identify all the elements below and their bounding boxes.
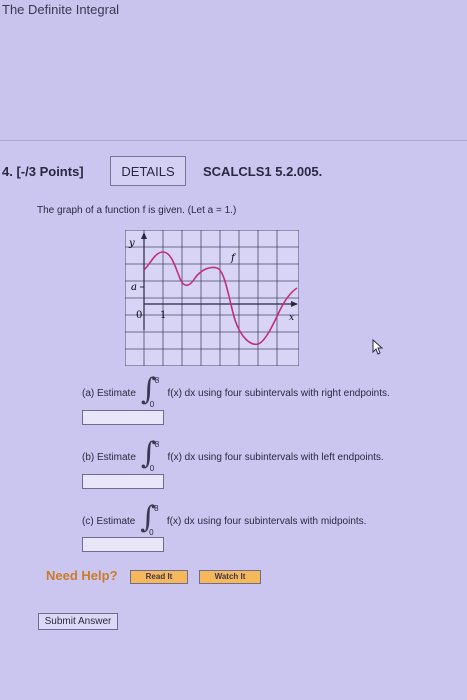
lower-limit: 0 xyxy=(149,464,155,473)
part-a-text: f(x) dx using four subintervals with rig… xyxy=(167,387,390,399)
part-a: (a) Estimate ∫ 8 0 f(x) dx using four su… xyxy=(82,372,390,409)
header-area: The Definite Integral xyxy=(0,0,467,141)
lower-limit: 0 xyxy=(149,528,154,537)
mouse-cursor-icon xyxy=(372,339,384,355)
read-it-button[interactable]: Read It xyxy=(130,570,188,584)
upper-limit: 8 xyxy=(154,440,160,449)
details-button[interactable]: DETAILS xyxy=(110,156,186,186)
integral-sign-icon: ∫ 8 0 xyxy=(140,436,160,473)
need-help-label: Need Help? xyxy=(46,568,118,583)
part-c-label: (c) Estimate xyxy=(82,515,136,527)
part-c-text: f(x) dx using four subintervals with mid… xyxy=(166,515,367,527)
upper-limit: 8 xyxy=(154,376,160,385)
function-graph: y x a f 0 1 xyxy=(125,230,299,366)
answer-input-a[interactable] xyxy=(82,410,164,425)
part-a-label: (a) Estimate xyxy=(82,387,136,399)
one-tick-label: 1 xyxy=(160,310,166,321)
answer-input-b[interactable] xyxy=(82,474,164,489)
part-b-text: f(x) dx using four subintervals with lef… xyxy=(167,451,384,463)
question-header: 4. [-/3 Points] DETAILS SCALCLS1 5.2.005… xyxy=(0,152,467,192)
question-code: SCALCLS1 5.2.005. xyxy=(203,164,323,179)
integral-sign-icon: ∫ 8 0 xyxy=(140,500,159,537)
page-title: The Definite Integral xyxy=(2,2,120,17)
upper-limit: 8 xyxy=(154,504,159,513)
x-axis-label: x xyxy=(289,313,294,323)
part-b-label: (b) Estimate xyxy=(82,451,136,463)
y-axis-label: y xyxy=(128,238,135,249)
question-prompt: The graph of a function f is given. (Let… xyxy=(37,205,237,216)
question-number: 4. xyxy=(2,164,13,179)
part-c: (c) Estimate ∫ 8 0 f(x) dx using four su… xyxy=(82,500,367,537)
lower-limit: 0 xyxy=(149,400,155,409)
submit-answer-button[interactable]: Submit Answer xyxy=(38,613,118,630)
question-number-points: 4. [-/3 Points] xyxy=(2,164,84,179)
a-tick-label: a xyxy=(131,282,137,293)
part-b: (b) Estimate ∫ 8 0 f(x) dx using four su… xyxy=(82,436,384,473)
origin-label: 0 xyxy=(136,310,142,321)
answer-input-c[interactable] xyxy=(82,537,164,552)
question-points: [-/3 Points] xyxy=(16,164,84,179)
integral-sign-icon: ∫ 8 0 xyxy=(140,372,160,409)
watch-it-button[interactable]: Watch It xyxy=(199,570,261,584)
